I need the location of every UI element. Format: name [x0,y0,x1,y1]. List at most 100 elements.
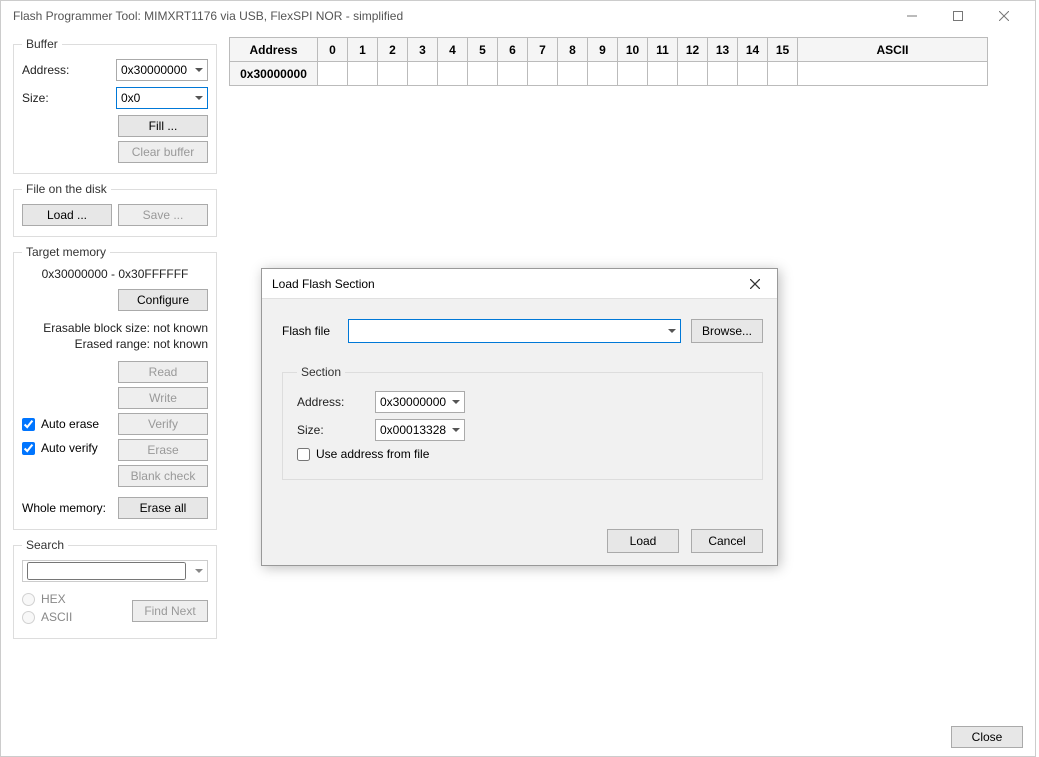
verify-button[interactable]: Verify [118,413,208,435]
ascii-cell[interactable] [798,62,988,86]
section-legend: Section [297,365,345,379]
hex-radio[interactable] [22,593,35,606]
address-label: Address: [22,63,92,77]
auto-erase-checkbox[interactable] [22,418,35,431]
use-address-label: Use address from file [316,447,429,461]
chevron-down-icon [668,329,676,333]
auto-verify-label: Auto verify [41,441,98,455]
erase-all-button[interactable]: Erase all [118,497,208,519]
chevron-down-icon [195,569,203,573]
maximize-icon[interactable] [935,1,981,31]
cell[interactable] [438,62,468,86]
col-10: 10 [618,38,648,62]
col-9: 9 [588,38,618,62]
hex-table: Address 0 1 2 3 4 5 6 7 8 9 10 11 12 [229,37,988,86]
find-next-button[interactable]: Find Next [132,600,208,622]
cell[interactable] [558,62,588,86]
col-8: 8 [558,38,588,62]
buffer-legend: Buffer [22,37,62,51]
blank-check-button[interactable]: Blank check [118,465,208,487]
size-combo[interactable]: 0x0 [116,87,208,109]
ascii-radio-label: ASCII [41,610,72,624]
size-label: Size: [22,91,92,105]
flash-file-input[interactable] [353,324,668,338]
save-file-button[interactable]: Save ... [118,204,208,226]
cell[interactable] [498,62,528,86]
window-controls [889,1,1027,31]
minimize-icon[interactable] [889,1,935,31]
read-button[interactable]: Read [118,361,208,383]
erase-button[interactable]: Erase [118,439,208,461]
chevron-down-icon [195,68,203,72]
search-legend: Search [22,538,68,552]
cell[interactable] [378,62,408,86]
flash-file-combo[interactable] [348,319,681,343]
fill-button[interactable]: Fill ... [118,115,208,137]
cell[interactable] [318,62,348,86]
cell[interactable] [408,62,438,86]
use-address-checkbox[interactable] [297,448,310,461]
section-size-combo[interactable]: 0x00013328 [375,419,465,441]
cell[interactable] [588,62,618,86]
col-13: 13 [708,38,738,62]
flash-file-label: Flash file [282,324,338,338]
window-title: Flash Programmer Tool: MIMXRT1176 via US… [9,9,889,23]
erasable-block-text: Erasable block size: not known [22,321,208,335]
cell[interactable] [468,62,498,86]
close-button[interactable]: Close [951,726,1023,748]
erased-range-text: Erased range: not known [22,337,208,351]
section-group: Section Address: 0x30000000 Size: 0x0001… [282,365,763,480]
chevron-down-icon [195,96,203,100]
dialog-load-button[interactable]: Load [607,529,679,553]
chevron-down-icon [452,400,460,404]
dialog-cancel-button[interactable]: Cancel [691,529,763,553]
section-size-label: Size: [297,423,367,437]
memory-range: 0x30000000 - 0x30FFFFFF [22,267,208,281]
col-1: 1 [348,38,378,62]
section-address-combo[interactable]: 0x30000000 [375,391,465,413]
load-file-button[interactable]: Load ... [22,204,112,226]
section-address-value: 0x30000000 [380,395,446,409]
whole-memory-label: Whole memory: [22,501,106,515]
cell[interactable] [678,62,708,86]
chevron-down-icon [452,428,460,432]
auto-erase-label: Auto erase [41,417,99,431]
file-legend: File on the disk [22,182,111,196]
hex-radio-label: HEX [41,592,66,606]
search-group: Search HEX ASCII [13,538,217,639]
dialog-close-icon[interactable] [743,272,767,296]
load-flash-dialog: Load Flash Section Flash file Browse... … [261,268,778,566]
close-icon[interactable] [981,1,1027,31]
col-7: 7 [528,38,558,62]
cell[interactable] [528,62,558,86]
ascii-radio[interactable] [22,611,35,624]
auto-verify-checkbox[interactable] [22,442,35,455]
col-0: 0 [318,38,348,62]
write-button[interactable]: Write [118,387,208,409]
clear-buffer-button[interactable]: Clear buffer [118,141,208,163]
cell[interactable] [738,62,768,86]
dialog-title: Load Flash Section [272,277,743,291]
section-address-label: Address: [297,395,367,409]
left-panel: Buffer Address: 0x30000000 Size: 0x0 [1,31,223,756]
ascii-header: ASCII [798,38,988,62]
address-combo[interactable]: 0x30000000 [116,59,208,81]
cell[interactable] [768,62,798,86]
cell[interactable] [618,62,648,86]
table-row: 0x30000000 [230,62,988,86]
col-5: 5 [468,38,498,62]
section-size-value: 0x00013328 [380,423,446,437]
buffer-group: Buffer Address: 0x30000000 Size: 0x0 [13,37,217,174]
search-field[interactable] [27,562,186,580]
search-input[interactable] [22,560,208,582]
col-11: 11 [648,38,678,62]
hex-header-row: Address 0 1 2 3 4 5 6 7 8 9 10 11 12 [230,38,988,62]
row-address: 0x30000000 [230,62,318,86]
browse-button[interactable]: Browse... [691,319,763,343]
col-14: 14 [738,38,768,62]
cell[interactable] [708,62,738,86]
configure-button[interactable]: Configure [118,289,208,311]
cell[interactable] [648,62,678,86]
cell[interactable] [348,62,378,86]
address-value: 0x30000000 [121,63,187,77]
